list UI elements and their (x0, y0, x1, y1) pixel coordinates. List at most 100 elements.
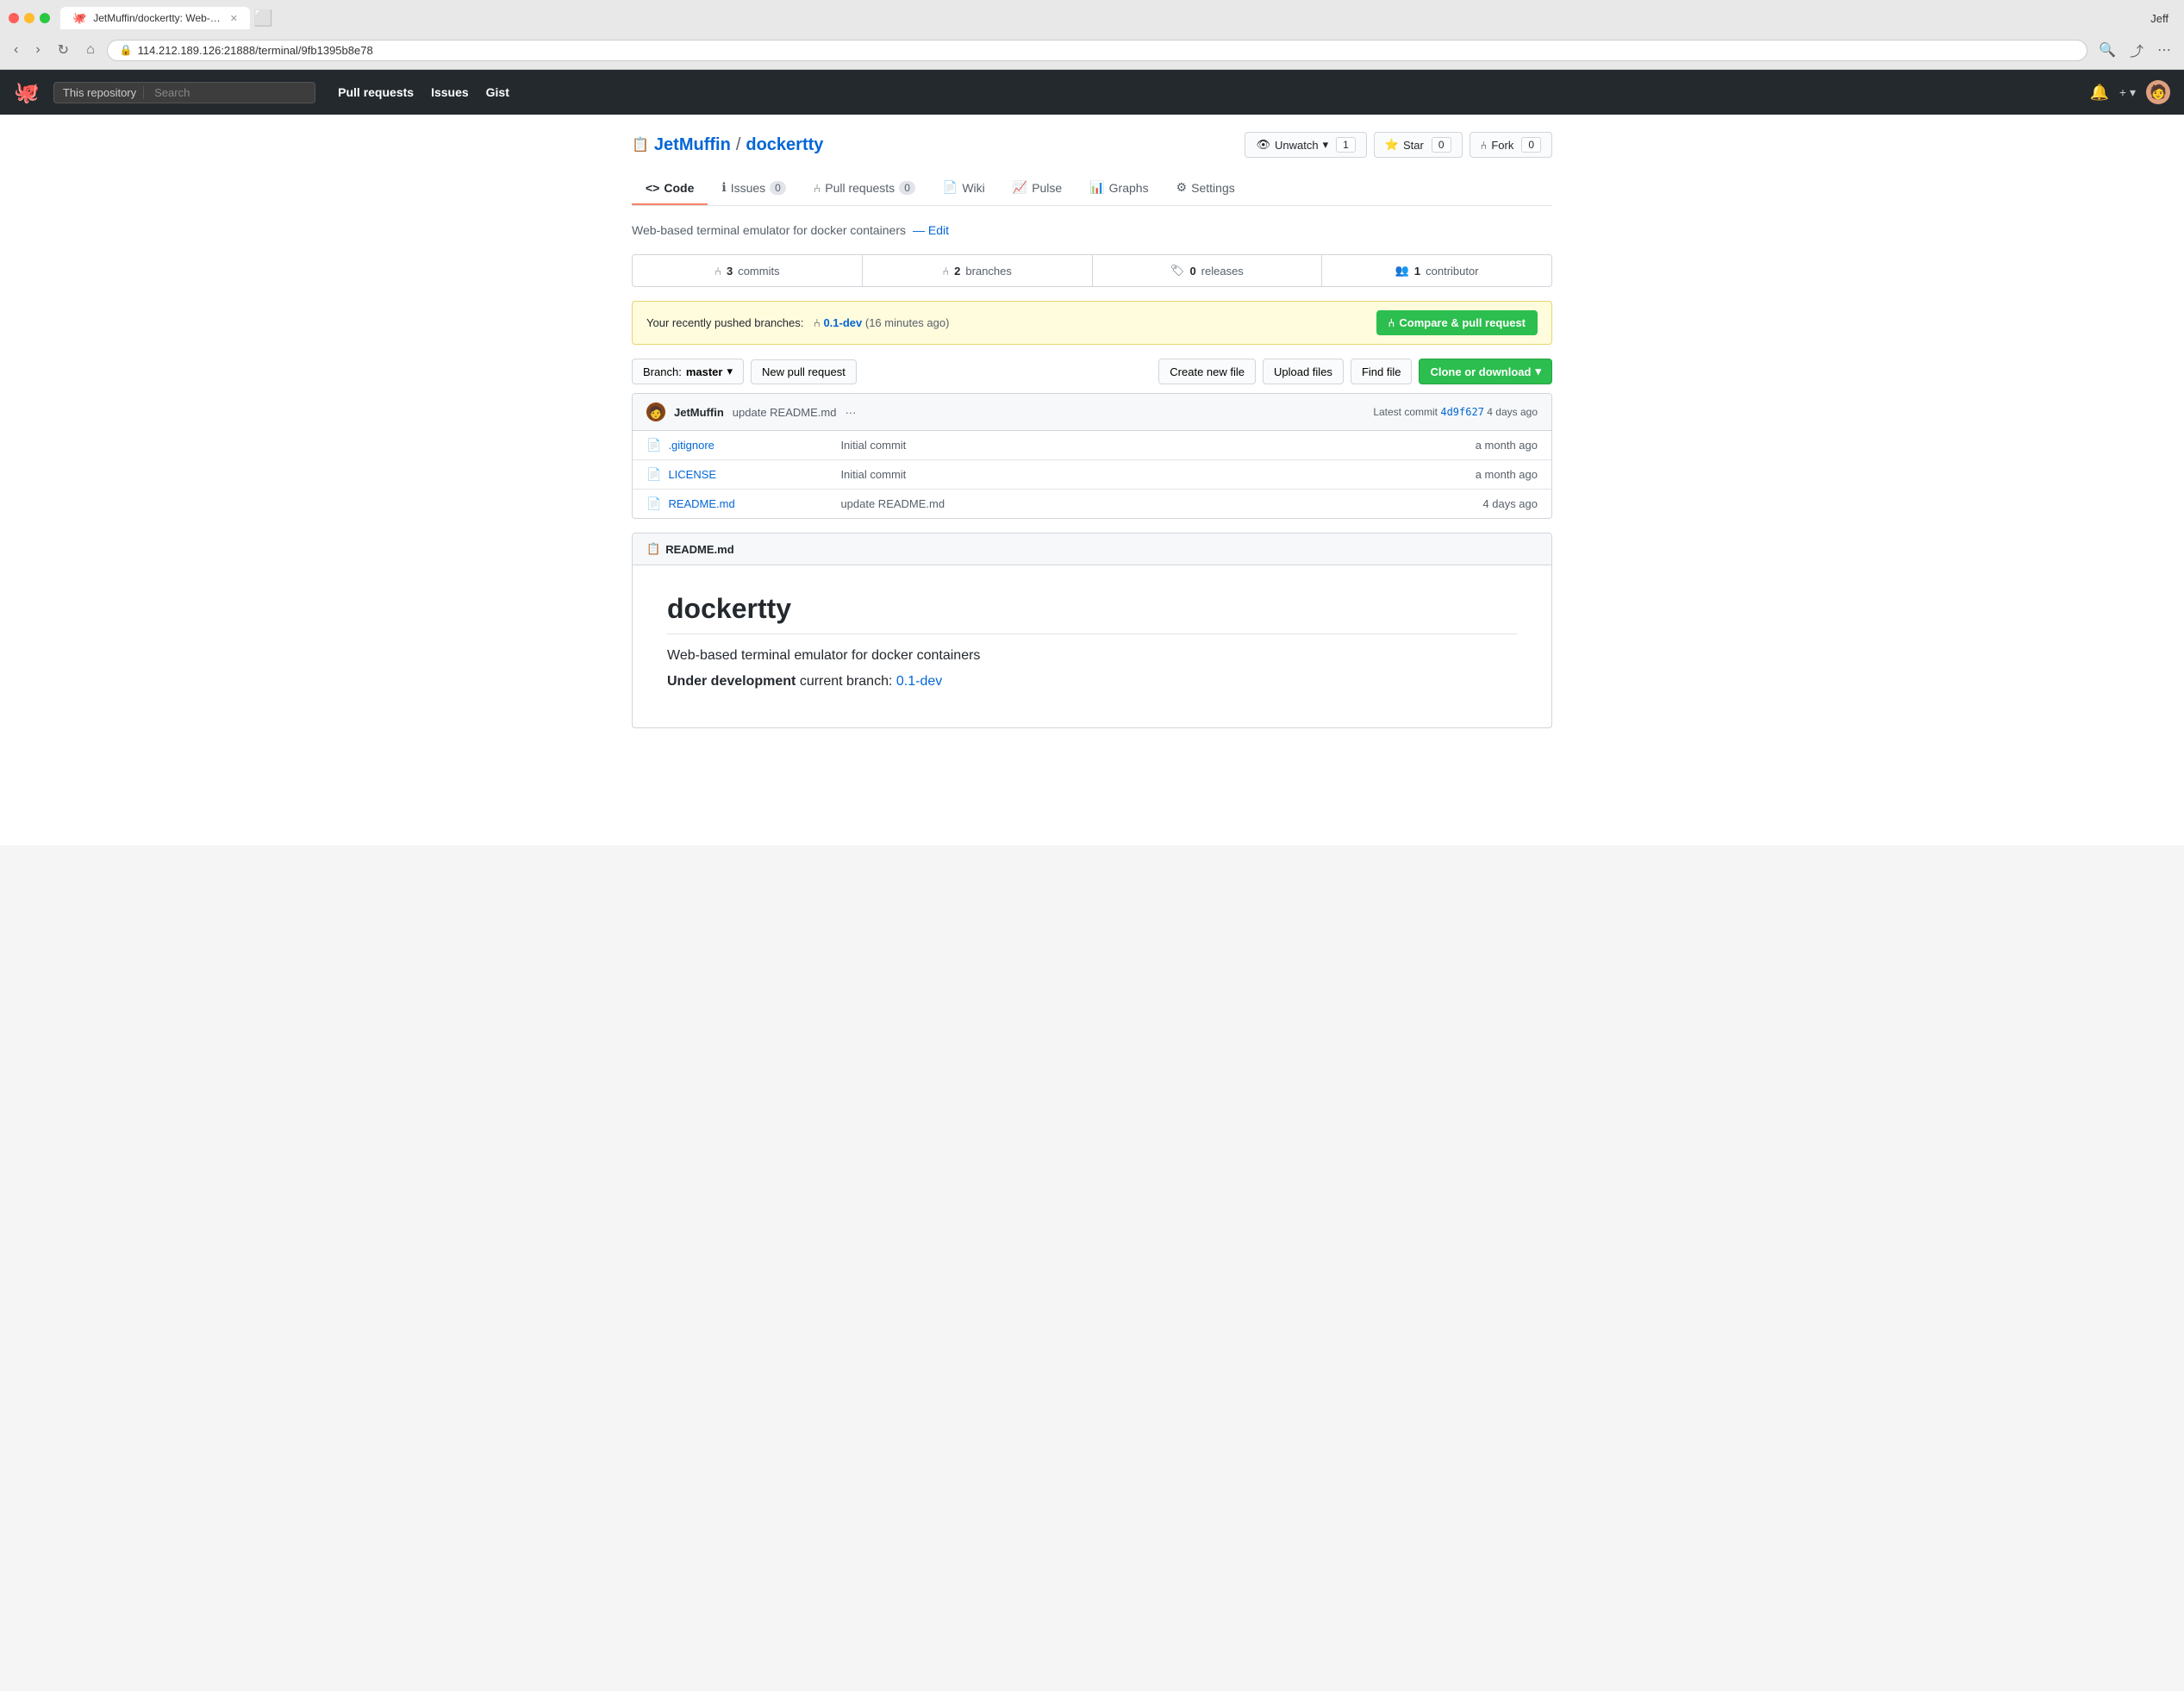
description-edit[interactable]: — Edit (913, 223, 949, 237)
tab-wiki[interactable]: 📄 Wiki (929, 172, 999, 205)
new-pull-request-button[interactable]: New pull request (751, 359, 857, 384)
file-icon: 📄 (646, 467, 661, 482)
unwatch-label: Unwatch (1275, 139, 1319, 152)
readme-dev-link[interactable]: 0.1-dev (896, 674, 942, 689)
branch-dropdown-icon: ▾ (727, 365, 733, 378)
recently-pushed-label: Your recently pushed branches: (646, 316, 803, 329)
tab-issues[interactable]: ℹ Issues 0 (708, 172, 799, 205)
fork-label: Fork (1491, 139, 1513, 152)
notification-bell-icon[interactable]: 🔔 (2089, 84, 2108, 102)
nav-pull-requests[interactable]: Pull requests (338, 85, 414, 99)
fork-count: 0 (1521, 137, 1541, 153)
recently-pushed-banner: Your recently pushed branches: ⑃ 0.1-dev… (632, 301, 1552, 345)
compare-pull-request-button[interactable]: ⑃ Compare & pull request (1376, 310, 1538, 335)
description-text: Web-based terminal emulator for docker c… (632, 223, 906, 237)
browser-nav: ‹ › ↻ ⌂ 🔒 114.212.189.126:21888/terminal… (9, 34, 2175, 69)
tab-pulse-label: Pulse (1032, 181, 1062, 195)
top-nav: 🐙 This repository Pull requests Issues G… (0, 70, 2184, 115)
avatar[interactable]: 🧑 (2146, 80, 2170, 104)
tab-settings[interactable]: ⚙ Settings (1163, 172, 1249, 205)
readme-box: 📋 README.md dockertty Web-based terminal… (632, 533, 1552, 728)
nav-issues[interactable]: Issues (431, 85, 469, 99)
back-button[interactable]: ‹ (9, 41, 23, 59)
share-button[interactable]: ⤴ (2125, 38, 2148, 62)
compare-icon: ⑃ (1388, 316, 1395, 329)
close-dot[interactable] (9, 13, 19, 23)
readme-file-icon: 📋 (646, 542, 660, 556)
toolbar-right: Create new file Upload files Find file C… (1158, 359, 1552, 384)
extensions-button[interactable]: 🔍 (2094, 40, 2120, 60)
nav-links: Pull requests Issues Gist (338, 85, 509, 99)
branch-label-text: Branch: (643, 365, 682, 378)
branch-icon: ⑃ (814, 316, 821, 329)
create-new-button[interactable]: + ▾ (2119, 85, 2136, 100)
repo-name-link[interactable]: dockertty (746, 135, 823, 155)
contributors-stat[interactable]: 👥 1 contributor (1322, 255, 1551, 286)
browser-tab[interactable]: 🐙 JetMuffin/dockertty: Web-ba... ✕ (60, 7, 250, 29)
branches-count: 2 (954, 265, 960, 278)
tab-graphs-label: Graphs (1109, 181, 1149, 195)
github-logo[interactable]: 🐙 (14, 80, 40, 105)
star-icon: ⭐ (1385, 138, 1399, 152)
tab-code[interactable]: <> Code (632, 172, 708, 205)
unwatch-count: 1 (1336, 137, 1356, 153)
clone-or-download-button[interactable]: Clone or download ▾ (1419, 359, 1552, 384)
more-button[interactable]: ⋯ (2153, 40, 2175, 60)
browser-dots (9, 13, 50, 23)
pr-icon: ⑃ (814, 181, 821, 195)
settings-icon: ⚙ (1176, 180, 1188, 195)
repo-separator: / (736, 135, 741, 155)
file-commit-message: Initial commit (840, 439, 1475, 452)
contributors-icon: 👥 (1395, 264, 1409, 278)
fullscreen-dot[interactable] (40, 13, 50, 23)
branches-stat[interactable]: ⑃ 2 branches (863, 255, 1093, 286)
readme-description: Web-based terminal emulator for docker c… (667, 648, 1517, 664)
tab-favicon: 🐙 (72, 11, 86, 25)
repo-header: 📋 JetMuffin / dockertty 👁 Unwatch ▾ 1 ⭐ … (632, 132, 1552, 158)
search-area[interactable]: This repository (53, 82, 315, 103)
address-bar[interactable]: 🔒 114.212.189.126:21888/terminal/9fb1395… (107, 40, 2087, 61)
latest-commit-row: 🧑 JetMuffin update README.md ··· Latest … (633, 394, 1551, 431)
upload-files-button[interactable]: Upload files (1263, 359, 1344, 384)
readme-header: 📋 README.md (633, 534, 1551, 565)
releases-stat[interactable]: 🏷 0 releases (1093, 255, 1323, 286)
file-name-link[interactable]: README.md (668, 497, 840, 510)
fork-button[interactable]: ⑃ Fork 0 (1470, 132, 1553, 158)
commit-hash-link[interactable]: 4d9f627 (1440, 406, 1484, 418)
new-tab-button[interactable]: ⬜ (253, 9, 272, 28)
branch-selector-button[interactable]: Branch: master ▾ (632, 359, 744, 384)
refresh-button[interactable]: ↻ (53, 40, 74, 60)
file-name-link[interactable]: LICENSE (668, 468, 840, 481)
minimize-dot[interactable] (24, 13, 34, 23)
nav-gist[interactable]: Gist (486, 85, 509, 99)
tab-graphs[interactable]: 📊 Graphs (1076, 172, 1162, 205)
file-toolbar: Branch: master ▾ New pull request Create… (632, 359, 1552, 384)
search-input[interactable] (154, 86, 306, 99)
tab-close-icon[interactable]: ✕ (230, 13, 238, 24)
commit-ellipsis[interactable]: ··· (845, 406, 856, 419)
create-new-file-button[interactable]: Create new file (1158, 359, 1256, 384)
lock-icon: 🔒 (120, 44, 133, 56)
pushed-branch-name[interactable]: 0.1-dev (823, 316, 862, 329)
file-name-link[interactable]: .gitignore (668, 439, 840, 452)
repo-owner-link[interactable]: JetMuffin (654, 135, 731, 155)
tab-title: JetMuffin/dockertty: Web-ba... (93, 12, 223, 24)
forward-button[interactable]: › (30, 41, 45, 59)
releases-icon: 🏷 (1170, 264, 1185, 278)
tab-pr-label: Pull requests (825, 181, 895, 195)
browser-chrome: 🐙 JetMuffin/dockertty: Web-ba... ✕ ⬜ Jef… (0, 0, 2184, 70)
tab-pull-requests[interactable]: ⑃ Pull requests 0 (800, 172, 929, 205)
star-label: Star (1403, 139, 1424, 152)
find-file-button[interactable]: Find file (1351, 359, 1413, 384)
commits-icon: ⑃ (714, 265, 721, 278)
star-count: 0 (1432, 137, 1451, 153)
unwatch-button[interactable]: 👁 Unwatch ▾ 1 (1245, 132, 1366, 158)
table-row: 📄 LICENSE Initial commit a month ago (633, 460, 1551, 490)
graphs-icon: 📊 (1089, 180, 1104, 195)
commits-stat[interactable]: ⑃ 3 commits (633, 255, 863, 286)
code-icon: <> (646, 181, 659, 195)
tab-pulse[interactable]: 📈 Pulse (999, 172, 1076, 205)
commit-author-name[interactable]: JetMuffin (674, 406, 724, 419)
star-button[interactable]: ⭐ Star 0 (1374, 132, 1463, 158)
home-button[interactable]: ⌂ (81, 41, 100, 59)
